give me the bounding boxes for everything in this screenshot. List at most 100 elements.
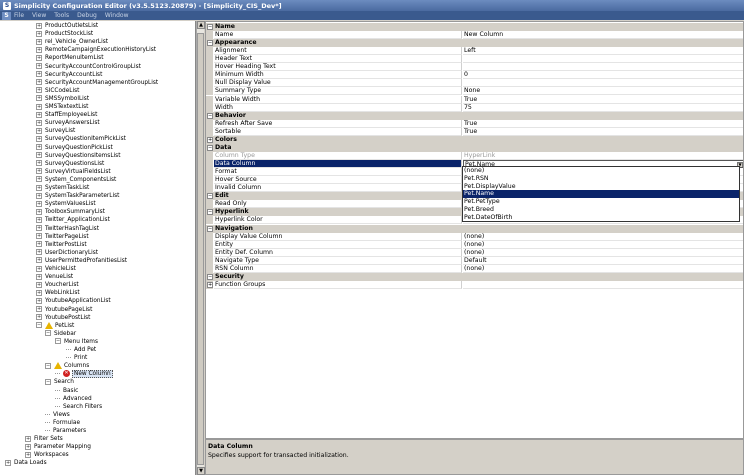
property-value[interactable]: (none) [463,249,743,257]
tree-item[interactable]: + VenueList [36,273,73,281]
scroll-down-icon[interactable]: ▼ [197,467,205,475]
dropdown-option[interactable]: Pet.Breed [463,206,739,214]
tree-item[interactable]: Add Pet [66,346,96,354]
scroll-up-icon[interactable]: ▲ [197,21,205,29]
tree-item[interactable]: + YoutubePostList [36,314,90,322]
property-row[interactable]: Null Display Value [206,79,743,88]
expand-icon[interactable]: + [36,192,42,199]
tree-item[interactable]: + SurveyQuestionsItemsList [36,152,120,160]
expand-icon[interactable]: + [36,111,42,118]
tree-item[interactable]: + System_ComponentsList [36,176,116,184]
property-row[interactable]: Entity (none) [206,240,743,249]
tree-item[interactable]: + SecurityAccountManagementGroupList [36,79,158,87]
expand-icon[interactable]: + [207,281,213,288]
tree-item[interactable]: + Parameter Mapping [25,443,91,451]
config-tree[interactable]: + ProductOutletsList + ProductStockList + rel… [0,21,196,475]
expand-icon[interactable]: + [36,71,42,78]
app-menu-icon[interactable]: S [2,11,11,20]
tree-item[interactable]: + SecurityAccountList [36,71,102,79]
property-value[interactable]: Left [463,47,743,56]
tree-item[interactable]: − Columns [45,362,89,370]
expand-icon[interactable]: + [36,297,42,304]
property-value[interactable] [463,63,743,72]
property-row[interactable]: Variable Width True [206,95,743,104]
property-value[interactable] [463,281,743,289]
property-row[interactable]: Name New Column [206,31,743,40]
expand-icon[interactable]: + [36,289,42,296]
property-row[interactable]: Hover Heading Text [206,63,743,72]
property-row[interactable]: + Function Groups [206,280,743,289]
tree-item[interactable]: + SystemTaskList [36,184,89,192]
tree-item[interactable]: + ToolboxSummaryList [36,208,105,216]
property-value[interactable] [463,55,743,64]
expand-icon[interactable]: + [36,225,42,231]
expand-icon[interactable]: + [207,136,213,143]
collapse-icon[interactable]: − [36,322,42,329]
property-row[interactable]: Alignment Left [206,47,743,56]
tree-item[interactable]: + SystemValuesList [36,200,96,208]
expand-icon[interactable]: + [25,443,31,450]
collapse-icon[interactable]: − [207,193,213,200]
collapse-icon[interactable]: − [207,225,213,232]
menu-window[interactable]: Window [105,12,129,19]
property-value[interactable]: (none) [463,233,743,241]
property-row[interactable]: Minimum Width 0 [206,71,743,80]
tree-item[interactable]: + RemoteCampaignExecutionHistoryList [36,46,156,54]
tree-item[interactable]: + SICCodeList [36,87,79,95]
tree-item[interactable]: + ReportMenuItemList [36,54,103,62]
property-value[interactable]: True [463,128,743,136]
property-row[interactable]: RSN Column (none) [206,264,743,273]
property-grid[interactable]: − Name Name New Column − Appearance Alignment L… [205,21,744,439]
expand-icon[interactable]: + [36,127,42,134]
property-value[interactable]: HyperLink [463,152,743,160]
tree-item[interactable]: − Search [45,378,74,386]
tree-item[interactable]: Views [45,411,70,419]
property-row[interactable]: Summary Type None [206,87,743,96]
collapse-icon[interactable]: − [207,24,213,30]
tree-item[interactable]: + SurveyQuestionPickList [36,144,113,152]
expand-icon[interactable]: + [36,208,42,215]
dropdown-option[interactable]: (none) [463,167,739,175]
tree-item[interactable]: + TwitterPostList [36,241,87,249]
property-row[interactable]: Header Text [206,55,743,64]
property-value[interactable]: 75 [463,104,743,112]
property-row[interactable]: Display Value Column (none) [206,232,743,241]
tree-item[interactable]: + YoutubePageList [36,306,92,314]
tree-item[interactable]: Advanced [55,395,92,403]
tree-item[interactable]: + Twitter_ApplicationList [36,216,110,224]
expand-icon[interactable]: + [36,184,42,191]
data-column-dropdown-list[interactable]: (none) Pet.RSN Pet.DisplayValue Pet.Name Pet… [462,166,740,222]
menu-file[interactable]: File [14,12,24,19]
tree-item[interactable]: + ProductStockList [36,30,93,38]
property-category[interactable]: − Navigation [206,224,743,233]
expand-icon[interactable]: + [36,200,42,207]
tree-item[interactable]: + SMSSymbolList [36,95,89,103]
expand-icon[interactable]: + [36,54,42,61]
expand-icon[interactable]: + [36,265,42,272]
expand-icon[interactable]: + [36,63,42,69]
collapse-icon[interactable]: − [55,338,61,345]
property-category[interactable]: − Behavior [206,111,743,120]
expand-icon[interactable]: + [36,79,42,86]
property-row[interactable]: Navigate Type Default [206,256,743,265]
tree-item[interactable]: + SystemTaskParameterList [36,192,119,200]
expand-icon[interactable]: + [5,459,11,466]
property-category[interactable]: − Name [206,23,743,31]
expand-icon[interactable]: + [36,30,42,37]
tree-item[interactable]: + Workspaces [25,451,69,459]
property-category[interactable]: − Data [206,143,743,152]
expand-icon[interactable]: + [36,168,42,175]
tree-item[interactable]: + WebLinkList [36,289,80,297]
expand-icon[interactable]: + [25,435,31,442]
tree-item[interactable]: + SurveyQuestionsList [36,160,104,168]
expand-icon[interactable]: + [36,233,42,240]
expand-icon[interactable]: + [36,119,42,126]
tree-item[interactable]: + SurveyList [36,127,75,135]
dropdown-option[interactable]: Pet.DisplayValue [463,183,739,191]
tree-item[interactable]: + VehicleList [36,265,76,273]
property-value[interactable]: True [463,96,743,104]
expand-icon[interactable]: + [36,281,42,288]
expand-icon[interactable]: + [36,306,42,312]
property-row[interactable]: Column Type HyperLink [206,151,743,160]
tree-item[interactable]: + Filter Sets [25,435,63,443]
